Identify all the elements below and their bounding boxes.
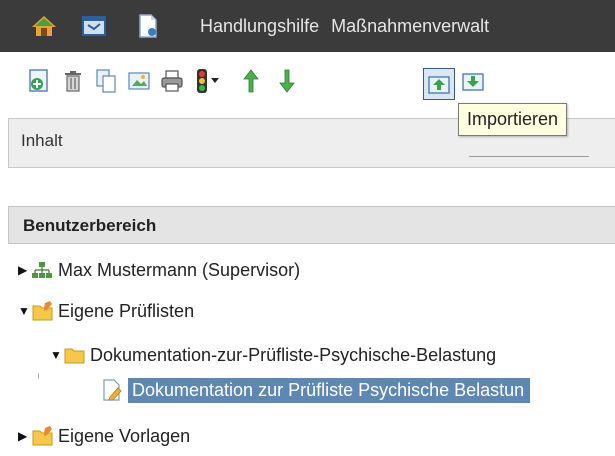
arrow-down-icon[interactable] [272, 66, 302, 96]
tree-item-label[interactable]: Dokumentation-zur-Prüfliste-Psychische-B… [90, 345, 496, 366]
expanded-arrow-icon[interactable]: ▼ [50, 348, 62, 362]
collapsed-arrow-icon[interactable]: ▶ [18, 263, 30, 277]
collapsed-arrow-icon[interactable]: ▶ [18, 429, 30, 443]
tree-item-label[interactable]: Max Mustermann (Supervisor) [58, 260, 300, 281]
export-icon[interactable] [458, 66, 488, 96]
tree-item-label[interactable]: Eigene Vorlagen [58, 426, 190, 447]
nav-link-massnahmenverwaltung[interactable]: Maßnahmenverwalt [331, 16, 489, 37]
import-icon[interactable] [423, 68, 455, 100]
tree-item-own-checklists[interactable]: ▼ Eigene Prüflisten [18, 296, 194, 326]
tree-item-documentation-selected[interactable]: Dokumentation zur Prüfliste Psychische B… [102, 375, 531, 405]
import-tooltip: Importieren [458, 103, 568, 136]
tree-item-label[interactable]: Eigene Prüflisten [58, 301, 194, 322]
tree-item-user[interactable]: ▶ Max Mustermann (Supervisor) [18, 255, 300, 285]
document-icon[interactable] [134, 12, 162, 40]
tree-item-documentation-folder[interactable]: ▼ Dokumentation-zur-Prüfliste-Psychische… [50, 340, 496, 370]
home-icon[interactable] [30, 12, 58, 40]
new-document-icon[interactable] [24, 66, 54, 96]
arrow-up-icon[interactable] [236, 66, 266, 96]
nav-link-handlungshilfe[interactable]: Handlungshilfe [200, 16, 319, 37]
folder-edit-icon [32, 301, 54, 321]
tree-connector [38, 373, 39, 379]
user-area-header: Benutzerbereich [8, 206, 615, 244]
folder-icon [64, 345, 86, 365]
user-area-title: Benutzerbereich [23, 216, 157, 235]
copy-icon[interactable] [91, 66, 121, 96]
print-icon[interactable] [157, 66, 187, 96]
desktop-window-icon[interactable] [80, 12, 108, 40]
folder-edit-icon [32, 426, 54, 446]
trash-icon[interactable] [58, 66, 88, 96]
tree-item-label[interactable]: Dokumentation zur Prüfliste Psychische B… [128, 377, 531, 403]
tab-inhalt[interactable]: Inhalt [21, 131, 63, 151]
image-view-icon[interactable] [124, 66, 154, 96]
top-navigation-bar: Handlungshilfe Maßnahmenverwalt [0, 0, 615, 52]
document-edit-icon [102, 379, 124, 401]
tree-item-own-templates[interactable]: ▶ Eigene Vorlagen [18, 421, 190, 451]
divider [469, 156, 589, 157]
traffic-light-menu-icon[interactable] [191, 66, 225, 96]
org-chart-icon [32, 260, 54, 280]
expanded-arrow-icon[interactable]: ▼ [18, 304, 30, 318]
